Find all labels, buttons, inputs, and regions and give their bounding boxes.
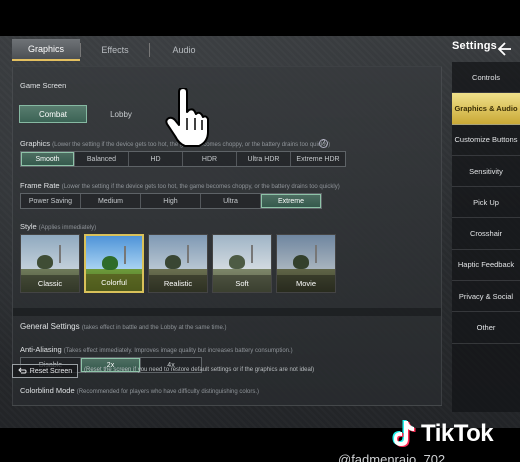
style-card-realistic[interactable]: Realistic xyxy=(148,234,208,293)
anti-aliasing-note: (Takes effect immediately. Improves imag… xyxy=(63,348,293,354)
style-label-colorful: Colorful xyxy=(86,274,142,291)
tree-icon xyxy=(37,255,53,269)
tower-icon xyxy=(315,245,317,263)
style-card-soft[interactable]: Soft xyxy=(212,234,272,293)
general-settings-note: (takes effect in battle and the Lobby at… xyxy=(81,325,227,331)
reset-screen-button[interactable]: Reset Screen xyxy=(12,364,78,378)
sidebar-item-privacy-social[interactable]: Privacy & Social xyxy=(452,281,520,313)
tree-icon xyxy=(229,255,245,269)
frame-rate-option-extreme[interactable]: Extreme xyxy=(261,194,321,208)
general-settings-label: General Settings (takes effect in battle… xyxy=(20,322,226,331)
back-arrow-icon[interactable] xyxy=(497,41,513,57)
tree-icon xyxy=(102,256,118,270)
reset-screen-label: Reset Screen xyxy=(29,367,73,375)
colorblind-mode-note: (Recommended for players who have diffic… xyxy=(76,389,260,395)
anti-aliasing-label: Anti-Aliasing (Takes effect immediately.… xyxy=(20,345,293,354)
style-label-realistic: Realistic xyxy=(149,275,207,292)
frame-rate-label: Frame Rate (Lower the setting if the dev… xyxy=(20,181,340,190)
graphics-option-balanced[interactable]: Balanced xyxy=(75,152,129,166)
anti-aliasing-title: Anti-Aliasing xyxy=(20,345,62,354)
tower-icon xyxy=(124,246,126,264)
tab-lobby[interactable]: Lobby xyxy=(87,105,155,123)
general-settings-title: General Settings xyxy=(20,322,80,331)
sidebar-item-other[interactable]: Other xyxy=(452,312,520,344)
graphics-option-extreme-hdr[interactable]: Extreme HDR xyxy=(291,152,345,166)
section-divider xyxy=(13,308,441,316)
frame-rate-selector: Power Saving Medium High Ultra Extreme xyxy=(20,193,322,209)
sidebar-item-graphics-audio[interactable]: Graphics & Audio xyxy=(452,93,520,125)
reset-icon xyxy=(18,367,27,374)
style-label-soft: Soft xyxy=(213,275,271,292)
frame-rate-option-ultra[interactable]: Ultra xyxy=(201,194,261,208)
style-selector: Classic Colorful Realistic Soft Movie xyxy=(20,234,336,293)
style-card-colorful[interactable]: Colorful xyxy=(84,234,144,293)
graphics-option-hdr[interactable]: HDR xyxy=(183,152,237,166)
tower-icon xyxy=(59,245,61,263)
sidebar-item-pick-up[interactable]: Pick Up xyxy=(452,187,520,219)
graphics-title: Graphics xyxy=(20,139,51,148)
graphics-quality-selector: Smooth Balanced HD HDR Ultra HDR Extreme… xyxy=(20,151,346,167)
top-tab-bar: Graphics Effects Audio xyxy=(12,39,218,61)
frame-rate-option-medium[interactable]: Medium xyxy=(81,194,141,208)
style-label: Style (Applies immediately) xyxy=(20,222,96,231)
colorblind-mode-label: Colorblind Mode (Recommended for players… xyxy=(20,386,259,395)
settings-sidebar: Controls Graphics & Audio Customize Butt… xyxy=(452,62,520,412)
tab-effects[interactable]: Effects xyxy=(81,39,149,61)
tree-icon xyxy=(293,255,309,269)
style-label-movie: Movie xyxy=(277,275,335,292)
reset-screen-note: (Reset the screen if you need to restore… xyxy=(84,367,315,373)
game-screen-title: Game Screen xyxy=(20,81,67,90)
graphics-option-smooth[interactable]: Smooth xyxy=(21,152,75,166)
settings-screen: Graphics Effects Audio Settings Game Scr… xyxy=(0,36,520,428)
tab-audio[interactable]: Audio xyxy=(150,39,218,61)
sidebar-item-crosshair[interactable]: Crosshair xyxy=(452,218,520,250)
graphics-option-hd[interactable]: HD xyxy=(129,152,183,166)
frame-rate-option-high[interactable]: High xyxy=(141,194,201,208)
graphics-panel: Game Screen Combat Lobby Home Graphics (… xyxy=(12,66,442,406)
frame-rate-note: (Lower the setting if the device gets to… xyxy=(61,184,340,190)
frame-rate-title: Frame Rate xyxy=(20,181,60,190)
style-note: (Applies immediately) xyxy=(38,225,97,231)
help-icon[interactable]: ? xyxy=(319,139,328,148)
tab-combat[interactable]: Combat xyxy=(19,105,87,123)
sidebar-item-haptic-feedback[interactable]: Haptic Feedback xyxy=(452,250,520,282)
tiktok-username: @fadmenrajo_702 xyxy=(338,452,446,462)
tower-icon xyxy=(187,245,189,263)
style-card-classic[interactable]: Classic xyxy=(20,234,80,293)
colorblind-mode-title: Colorblind Mode xyxy=(20,386,75,395)
sidebar-item-customize-buttons[interactable]: Customize Buttons xyxy=(452,125,520,156)
style-label-classic: Classic xyxy=(21,275,79,292)
graphics-option-ultra-hdr[interactable]: Ultra HDR xyxy=(237,152,291,166)
pointer-hand-icon xyxy=(165,88,209,147)
sidebar-item-sensitivity[interactable]: Sensitivity xyxy=(452,156,520,188)
tree-icon xyxy=(165,255,181,269)
style-title: Style xyxy=(20,222,37,231)
tower-icon xyxy=(251,245,253,263)
tab-graphics[interactable]: Graphics xyxy=(12,39,80,61)
tiktok-brand-text: TikTok xyxy=(421,420,494,447)
settings-title: Settings xyxy=(452,40,497,52)
style-card-movie[interactable]: Movie xyxy=(276,234,336,293)
frame-rate-option-power-saving[interactable]: Power Saving xyxy=(21,194,81,208)
tiktok-logo-icon xyxy=(392,420,416,447)
sidebar-item-controls[interactable]: Controls xyxy=(452,62,520,94)
